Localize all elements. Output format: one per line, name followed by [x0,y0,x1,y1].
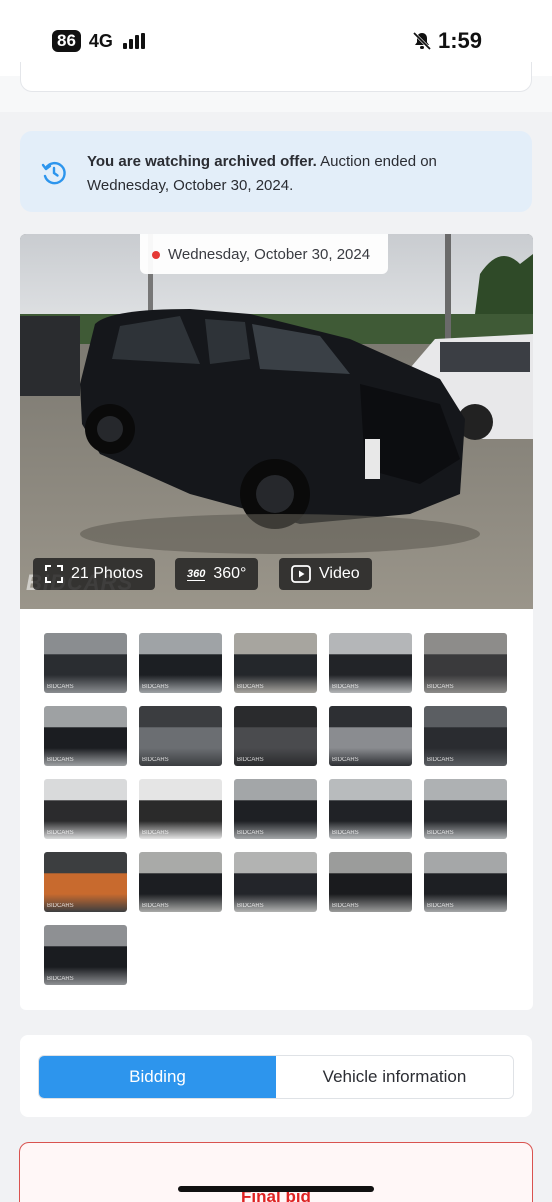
thumbnail-grid: BIDCARS BIDCARS BIDCARS BIDCARS BIDCARS BIDCA… [44,633,510,985]
thumbnail-1[interactable]: BIDCARS [44,633,127,693]
thumbnail-watermark: BIDCARS [47,757,74,763]
thumbnail-11[interactable]: BIDCARS [44,779,127,839]
thumbnail-watermark: BIDCARS [332,903,359,909]
thumbnail-6[interactable]: BIDCARS [44,706,127,766]
thumbnail-20[interactable]: BIDCARS [424,852,507,912]
view-360-icon: 360 [187,567,206,581]
tabs-card: Bidding Vehicle information [20,1035,532,1117]
main-photo[interactable]: Wednesday, October 30, 2024 BIDCARS 21 P… [20,234,533,609]
previous-card-edge [20,62,532,92]
thumbnail-9[interactable]: BIDCARS [329,706,412,766]
fullscreen-icon [45,565,63,583]
final-bid-card: Final bid [19,1142,533,1202]
home-indicator[interactable] [178,1186,374,1192]
status-right: 1:59 [412,28,482,54]
tab-bar: Bidding Vehicle information [38,1055,514,1099]
tab-bidding[interactable]: Bidding [39,1056,276,1098]
banner-bold-text: You are watching archived offer. [87,153,317,170]
thumbnail-19[interactable]: BIDCARS [329,852,412,912]
thumbnail-15[interactable]: BIDCARS [424,779,507,839]
thumbnail-watermark: BIDCARS [237,830,264,836]
thumbnail-watermark: BIDCARS [47,684,74,690]
battery-indicator: 86 [52,30,81,52]
thumbnail-watermark: BIDCARS [427,830,454,836]
network-type: 4G [88,30,113,51]
bell-muted-icon [412,31,432,51]
thumbnail-16[interactable]: BIDCARS [44,852,127,912]
thumbnail-watermark: BIDCARS [332,757,359,763]
thumbnail-watermark: BIDCARS [142,757,169,763]
video-label: Video [319,565,360,582]
thumbnail-watermark: BIDCARS [47,903,74,909]
thumbnail-watermark: BIDCARS [142,903,169,909]
tab-vehicle-information[interactable]: Vehicle information [276,1056,513,1098]
thumbnail-watermark: BIDCARS [47,830,74,836]
thumbnail-3[interactable]: BIDCARS [234,633,317,693]
photos-button[interactable]: 21 Photos [33,558,156,590]
thumbnail-watermark: BIDCARS [237,757,264,763]
thumbnail-12[interactable]: BIDCARS [139,779,222,839]
thumbnail-watermark: BIDCARS [142,684,169,690]
thumbnail-watermark: BIDCARS [427,757,454,763]
thumbnail-watermark: BIDCARS [237,684,264,690]
thumbnail-watermark: BIDCARS [427,903,454,909]
thumbnail-8[interactable]: BIDCARS [234,706,317,766]
thumbnail-4[interactable]: BIDCARS [329,633,412,693]
live-dot-icon [152,251,160,259]
view-360-label: 360° [213,565,247,582]
auction-date: Wednesday, October 30, 2024 [168,246,371,263]
thumbnail-watermark: BIDCARS [427,684,454,690]
archived-offer-banner: You are watching archived offer. Auction… [20,131,532,212]
photos-label: 21 Photos [71,565,144,582]
play-icon [291,565,311,583]
video-button[interactable]: Video [279,558,372,590]
status-left: 86 4G [52,30,145,52]
thumbnail-2[interactable]: BIDCARS [139,633,222,693]
view-360-button[interactable]: 360 360° [175,558,259,590]
thumbnail-5[interactable]: BIDCARS [424,633,507,693]
thumbnail-18[interactable]: BIDCARS [234,852,317,912]
thumbnail-watermark: BIDCARS [47,976,74,982]
history-icon [41,161,66,185]
banner-text: You are watching archived offer. Auction… [87,150,507,198]
clock: 1:59 [437,28,482,53]
thumbnail-14[interactable]: BIDCARS [329,779,412,839]
auction-date-pill: Wednesday, October 30, 2024 [140,234,389,274]
thumbnail-21[interactable]: BIDCARS [44,925,127,985]
signal-icon [122,33,145,49]
thumbnail-watermark: BIDCARS [237,903,264,909]
thumbnail-10[interactable]: BIDCARS [424,706,507,766]
thumbnail-13[interactable]: BIDCARS [234,779,317,839]
thumbnail-17[interactable]: BIDCARS [139,852,222,912]
thumbnail-7[interactable]: BIDCARS [139,706,222,766]
thumbnail-watermark: BIDCARS [332,684,359,690]
thumbnail-watermark: BIDCARS [142,830,169,836]
gallery-card: Wednesday, October 30, 2024 BIDCARS 21 P… [20,234,533,1010]
vehicle-photo [20,234,533,609]
thumbnail-watermark: BIDCARS [332,830,359,836]
